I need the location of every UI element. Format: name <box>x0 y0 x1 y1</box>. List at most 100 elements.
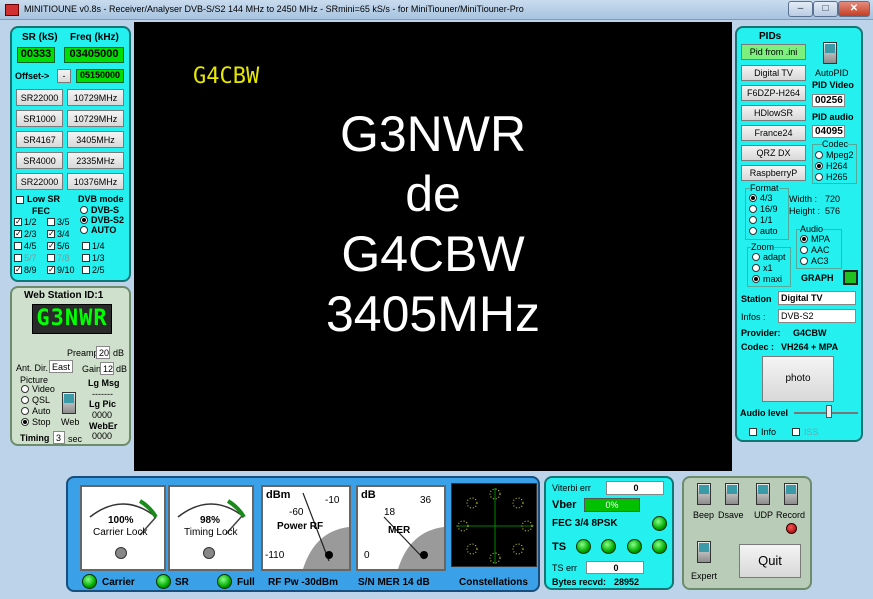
photo-button[interactable]: photo <box>762 356 834 402</box>
fec-checkbox[interactable]: ✓ <box>14 218 22 226</box>
audio-radio[interactable] <box>800 257 808 265</box>
timing-label: Timing <box>20 433 50 443</box>
picture-auto-radio[interactable] <box>21 407 29 415</box>
format-radio[interactable] <box>749 194 757 202</box>
format-radio[interactable] <box>749 227 757 235</box>
dvb-auto-radio[interactable] <box>80 226 88 234</box>
fec-checkbox[interactable] <box>47 218 55 226</box>
offset-sign-button[interactable]: - <box>57 69 71 83</box>
video-display: G4CBW G3NWR de G4CBW 3405MHz <box>134 22 732 471</box>
pid-video-input[interactable]: 00256 <box>812 94 845 107</box>
infos-field[interactable]: DVB-S2 <box>778 309 856 323</box>
gain-input[interactable]: 12 <box>100 362 114 375</box>
fec-checkbox[interactable]: ✓ <box>47 242 55 250</box>
timing-lock-label: Timing Lock <box>184 527 238 538</box>
zoom-radio[interactable] <box>752 275 760 283</box>
weber-label: WebEr <box>89 421 118 431</box>
iss-checkbox[interactable] <box>792 428 800 436</box>
audio-option: MPA <box>811 234 830 244</box>
minimize-button[interactable]: – <box>788 1 813 17</box>
codec-h264-radio[interactable] <box>815 162 823 170</box>
dvb-s-label: DVB-S <box>91 205 120 215</box>
codec-h265-radio[interactable] <box>815 173 823 181</box>
fec-checkbox[interactable]: ✓ <box>47 266 55 274</box>
web-toggle-switch[interactable] <box>62 392 76 414</box>
preset-freq-button[interactable]: 10376MHz <box>67 173 124 190</box>
audio-radio[interactable] <box>800 246 808 254</box>
fec-checkbox[interactable] <box>47 254 55 262</box>
codec-mpeg2-radio[interactable] <box>815 151 823 159</box>
quit-button[interactable]: Quit <box>739 544 801 578</box>
udp-switch[interactable] <box>756 483 770 505</box>
pid-from-ini-button[interactable]: Pid from .ini <box>741 44 806 60</box>
preset-freq-button[interactable]: 2335MHz <box>67 152 124 169</box>
freq-input[interactable]: 03405000 <box>64 47 124 63</box>
dvb-auto-label: AUTO <box>91 225 117 235</box>
preset-freq-button[interactable]: 10729MHz <box>67 89 124 106</box>
fec-checkbox[interactable] <box>82 254 90 262</box>
fec-checkbox[interactable] <box>82 242 90 250</box>
callsign-display: G3NWR <box>32 304 112 334</box>
preset-freq-button[interactable]: 3405MHz <box>67 131 124 148</box>
expert-switch[interactable] <box>697 541 711 563</box>
preamp-input[interactable]: 20 <box>96 346 110 359</box>
zoom-radio[interactable] <box>752 264 760 272</box>
fec-option: 5/7 <box>24 253 37 263</box>
height-label: Height : <box>789 206 821 216</box>
pid-preset-button[interactable]: HDlowSR <box>741 105 806 121</box>
preset-sr-button[interactable]: SR4000 <box>16 152 63 169</box>
preset-sr-button[interactable]: SR1000 <box>16 110 63 127</box>
pid-preset-button[interactable]: RaspberryP <box>741 165 806 181</box>
fec-checkbox[interactable] <box>14 254 22 262</box>
audio-level-slider[interactable] <box>826 405 832 418</box>
dsave-switch[interactable] <box>725 483 739 505</box>
fec-checkbox[interactable] <box>82 266 90 274</box>
dvb-s2-radio[interactable] <box>80 216 88 224</box>
autopid-switch[interactable] <box>823 42 837 64</box>
dvb-s-radio[interactable] <box>80 206 88 214</box>
format-radio[interactable] <box>749 216 757 224</box>
picture-video-radio[interactable] <box>21 385 29 393</box>
mer-tick: 0 <box>364 550 370 561</box>
codec-label: Codec <box>822 139 849 149</box>
pid-preset-button[interactable]: France24 <box>741 125 806 141</box>
pid-preset-button[interactable]: Digital TV <box>741 65 806 81</box>
sr-input[interactable]: 00333 <box>17 47 55 63</box>
controls-panel: Beep Dsave UDP Record Expert Quit <box>682 476 812 590</box>
picture-qsl-radio[interactable] <box>21 396 29 404</box>
preset-sr-button[interactable]: SR4167 <box>16 131 63 148</box>
preset-freq-button[interactable]: 10729MHz <box>67 110 124 127</box>
antdir-input[interactable]: East <box>49 360 73 373</box>
gain-unit: dB <box>116 364 128 374</box>
zoom-radio[interactable] <box>752 253 760 261</box>
close-button[interactable]: ✕ <box>838 1 870 17</box>
pid-preset-button[interactable]: F6DZP-H264 <box>741 85 806 101</box>
timing-input[interactable]: 3 <box>53 431 65 444</box>
offset-input[interactable]: 05150000 <box>76 69 124 83</box>
format-radio[interactable] <box>749 205 757 213</box>
zoom-label: Zoom <box>751 242 775 252</box>
low-sr-checkbox[interactable] <box>16 196 24 204</box>
station-label: Station <box>741 294 772 304</box>
audio-radio[interactable] <box>800 235 808 243</box>
station-field[interactable]: Digital TV <box>778 291 856 305</box>
fec-option: 3/4 <box>57 229 70 239</box>
fec-checkbox[interactable]: ✓ <box>47 230 55 238</box>
info-checkbox[interactable] <box>749 428 757 436</box>
fec-checkbox[interactable]: ✓ <box>14 230 22 238</box>
preset-sr-button[interactable]: SR22000 <box>16 173 63 190</box>
preset-sr-button[interactable]: SR22000 <box>16 89 63 106</box>
fec-option: 5/6 <box>57 241 70 251</box>
pid-audio-label: PID audio <box>812 112 854 122</box>
graph-toggle[interactable] <box>843 270 858 285</box>
maximize-button[interactable]: □ <box>813 1 838 17</box>
picture-stop-radio[interactable] <box>21 418 29 426</box>
fec-checkbox[interactable]: ✓ <box>14 266 22 274</box>
pid-preset-button[interactable]: QRZ DX <box>741 145 806 161</box>
zoom-option: adapt <box>763 252 786 262</box>
fec-checkbox[interactable] <box>14 242 22 250</box>
record-switch[interactable] <box>784 483 798 505</box>
beep-switch[interactable] <box>697 483 711 505</box>
preamp-label: Preamp <box>67 348 99 358</box>
pid-audio-input[interactable]: 04095 <box>812 125 845 138</box>
